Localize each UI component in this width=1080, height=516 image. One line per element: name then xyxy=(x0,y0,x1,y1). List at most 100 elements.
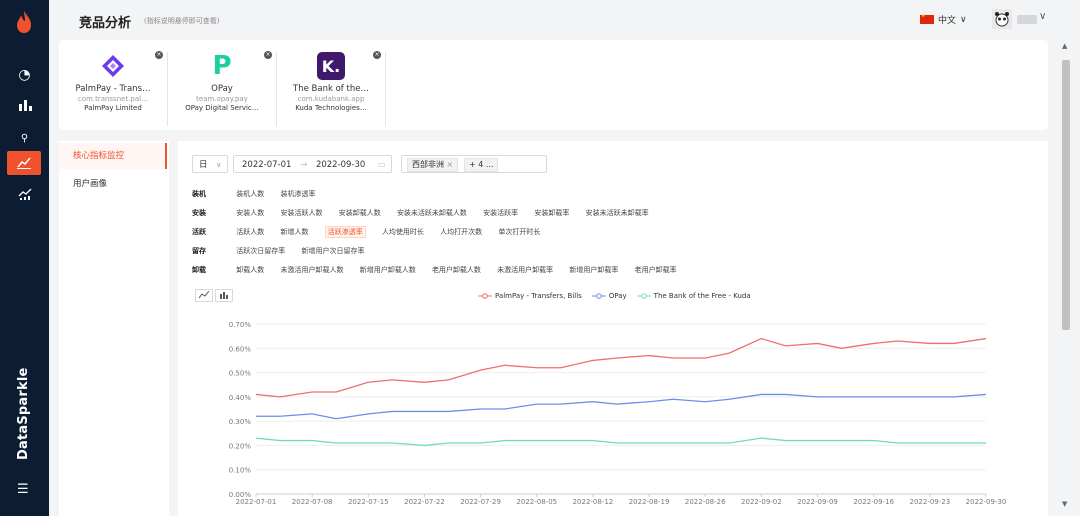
metric-option[interactable]: 活跃人数 xyxy=(236,228,264,236)
chevron-down-icon[interactable]: ∨ xyxy=(1039,11,1046,22)
granularity-select[interactable]: 日 ∨ xyxy=(192,155,228,173)
metric-option[interactable]: 安装卸载人数 xyxy=(339,209,381,217)
x-tick-label: 2022-07-22 xyxy=(404,498,445,506)
date-range-picker[interactable]: 2022-07-01 → 2022-09-30 ▭ xyxy=(233,155,392,173)
x-tick-label: 2022-07-01 xyxy=(236,498,277,506)
close-icon[interactable]: × xyxy=(447,160,454,169)
end-date: 2022-09-30 xyxy=(315,160,366,170)
y-tick-label: 0.50% xyxy=(229,370,252,378)
metric-option-selected[interactable]: 活跃渗透率 xyxy=(324,226,366,238)
metric-option[interactable]: 新增用户卸载率 xyxy=(569,266,618,274)
metric-group-install-base: 装机 装机人数 装机渗透率 xyxy=(192,189,329,199)
x-tick-label: 2022-07-29 xyxy=(460,498,501,506)
analysis-menu: 核心指标监控 用户画像 xyxy=(59,141,169,516)
search-icon[interactable]: ⚲ xyxy=(0,127,49,149)
metric-option[interactable]: 活跃次日留存率 xyxy=(236,247,285,255)
metric-option[interactable]: 安装人数 xyxy=(236,209,264,217)
y-tick-label: 0.40% xyxy=(229,394,252,402)
metric-option[interactable]: 未激活用户卸载人数 xyxy=(280,266,343,274)
metric-option[interactable]: 人均打开次数 xyxy=(440,228,482,236)
metric-category: 卸载 xyxy=(192,266,206,274)
metric-option[interactable]: 安装卸载率 xyxy=(534,209,569,217)
remove-app-close-icon[interactable]: × xyxy=(155,51,163,59)
trend-chart-icon[interactable] xyxy=(0,183,49,205)
more-regions-tag[interactable]: + 4 ... xyxy=(463,158,499,172)
page-title: 竞品分析 xyxy=(79,16,132,31)
calendar-icon: ▭ xyxy=(378,160,386,169)
metric-option[interactable]: 安装未活跃未卸载率 xyxy=(586,209,649,217)
bar-chart-icon[interactable] xyxy=(0,94,49,116)
metric-option[interactable]: 卸载人数 xyxy=(236,266,264,274)
region-tag[interactable]: 西部非洲 × xyxy=(407,158,459,172)
app-company: PalmPay Limited xyxy=(84,104,142,112)
app-company: Kuda Technologies… xyxy=(295,104,367,112)
metric-group-install: 安装 安装人数 安装活跃人数 安装卸载人数 安装未活跃未卸载人数 安装活跃率 安… xyxy=(192,208,663,218)
brand-wordmark: DataSparkle xyxy=(16,367,31,460)
app-card[interactable]: P OPay team.opay.pay OPay Digital Servic… xyxy=(168,51,277,126)
palmpay-logo-icon xyxy=(99,52,127,80)
app-card[interactable]: K. The Bank of the… com.kudabank.app Kud… xyxy=(277,51,386,126)
metric-option[interactable]: 安装活跃率 xyxy=(483,209,518,217)
bar-chart-toggle-icon[interactable] xyxy=(215,289,233,302)
dashboard-pie-icon[interactable]: ◔ xyxy=(0,64,49,86)
arrow-right-icon: → xyxy=(300,160,308,170)
metric-option[interactable]: 老用户卸载率 xyxy=(635,266,677,274)
y-tick-label: 0.20% xyxy=(229,442,252,450)
metric-option[interactable]: 安装未活跃未卸载人数 xyxy=(397,209,467,217)
metric-option[interactable]: 人均使用时长 xyxy=(382,228,424,236)
y-tick-label: 0.30% xyxy=(229,418,252,426)
page-subtitle: (指标说明悬停即可查看) xyxy=(144,17,220,25)
line-chart-toggle-icon[interactable] xyxy=(195,289,213,302)
language-selector[interactable]: 中文 ∨ xyxy=(920,13,967,26)
metric-option[interactable]: 新增用户卸载人数 xyxy=(360,266,416,274)
metric-option[interactable]: 单次打开时长 xyxy=(498,228,540,236)
language-label: 中文 xyxy=(938,16,957,26)
metric-option[interactable]: 装机人数 xyxy=(236,190,264,198)
metric-option[interactable]: 新增人数 xyxy=(280,228,308,236)
metric-option[interactable]: 老用户卸载人数 xyxy=(432,266,481,274)
remove-app-close-icon[interactable]: × xyxy=(264,51,272,59)
metric-category: 活跃 xyxy=(192,228,206,236)
legend-item[interactable]: PalmPay - Transfers, Bills xyxy=(478,292,582,300)
scroll-up-icon[interactable]: ▲ xyxy=(1062,42,1067,50)
metric-category: 留存 xyxy=(192,247,206,255)
menu-icon[interactable]: ☰ xyxy=(17,482,29,497)
competitor-analysis-icon[interactable] xyxy=(7,151,41,175)
x-tick-label: 2022-07-08 xyxy=(292,498,333,506)
flame-logo-icon[interactable] xyxy=(13,10,35,34)
x-tick-label: 2022-09-02 xyxy=(741,498,782,506)
menu-item-user-profile[interactable]: 用户画像 xyxy=(59,171,167,197)
metric-group-retention: 留存 活跃次日留存率 新增用户次日留存率 xyxy=(192,246,378,256)
metric-option[interactable]: 新增用户次日留存率 xyxy=(301,247,364,255)
top-bar: 竞品分析 (指标说明悬停即可查看) 中文 ∨ ∨ xyxy=(49,0,1080,40)
scroll-down-icon[interactable]: ▼ xyxy=(1062,500,1067,508)
menu-item-core-metrics[interactable]: 核心指标监控 xyxy=(59,143,167,169)
metric-category: 安装 xyxy=(192,209,206,217)
legend-label: The Bank of the Free - Kuda xyxy=(653,292,751,300)
avatar[interactable] xyxy=(992,9,1012,29)
legend-item[interactable]: The Bank of the Free - Kuda xyxy=(636,292,751,300)
x-tick-label: 2022-08-05 xyxy=(516,498,557,506)
opay-logo-icon: P xyxy=(212,51,232,81)
username-masked xyxy=(1017,15,1037,24)
granularity-value: 日 xyxy=(199,160,208,170)
page-scrollbar[interactable]: ▲ ▼ xyxy=(1059,40,1073,516)
y-tick-label: 0.70% xyxy=(229,321,252,329)
sidebar: ◔ ⚲ DataSparkle ☰ xyxy=(0,0,49,516)
remove-app-close-icon[interactable]: × xyxy=(373,51,381,59)
line-chart[interactable]: 0.00%0.10%0.20%0.30%0.40%0.50%0.60%0.70%… xyxy=(178,304,1048,516)
app-package: com.transsnet.pal… xyxy=(77,95,149,103)
app-name: OPay xyxy=(211,84,233,94)
metric-option[interactable]: 未激活用户卸载率 xyxy=(497,266,553,274)
app-name: PalmPay - Trans… xyxy=(75,84,151,94)
metric-group-active: 活跃 活跃人数 新增人数 活跃渗透率 人均使用时长 人均打开次数 单次打开时长 xyxy=(192,226,554,238)
region-select[interactable]: 西部非洲 × + 4 ... xyxy=(401,155,547,173)
scrollbar-thumb[interactable] xyxy=(1062,60,1070,330)
metric-option[interactable]: 安装活跃人数 xyxy=(280,209,322,217)
app-package: team.opay.pay xyxy=(196,95,248,103)
metric-option[interactable]: 装机渗透率 xyxy=(280,190,315,198)
app-card[interactable]: PalmPay - Trans… com.transsnet.pal… Palm… xyxy=(59,51,168,126)
x-tick-label: 2022-08-12 xyxy=(573,498,614,506)
legend-label: PalmPay - Transfers, Bills xyxy=(495,292,582,300)
legend-item[interactable]: OPay xyxy=(591,292,627,300)
